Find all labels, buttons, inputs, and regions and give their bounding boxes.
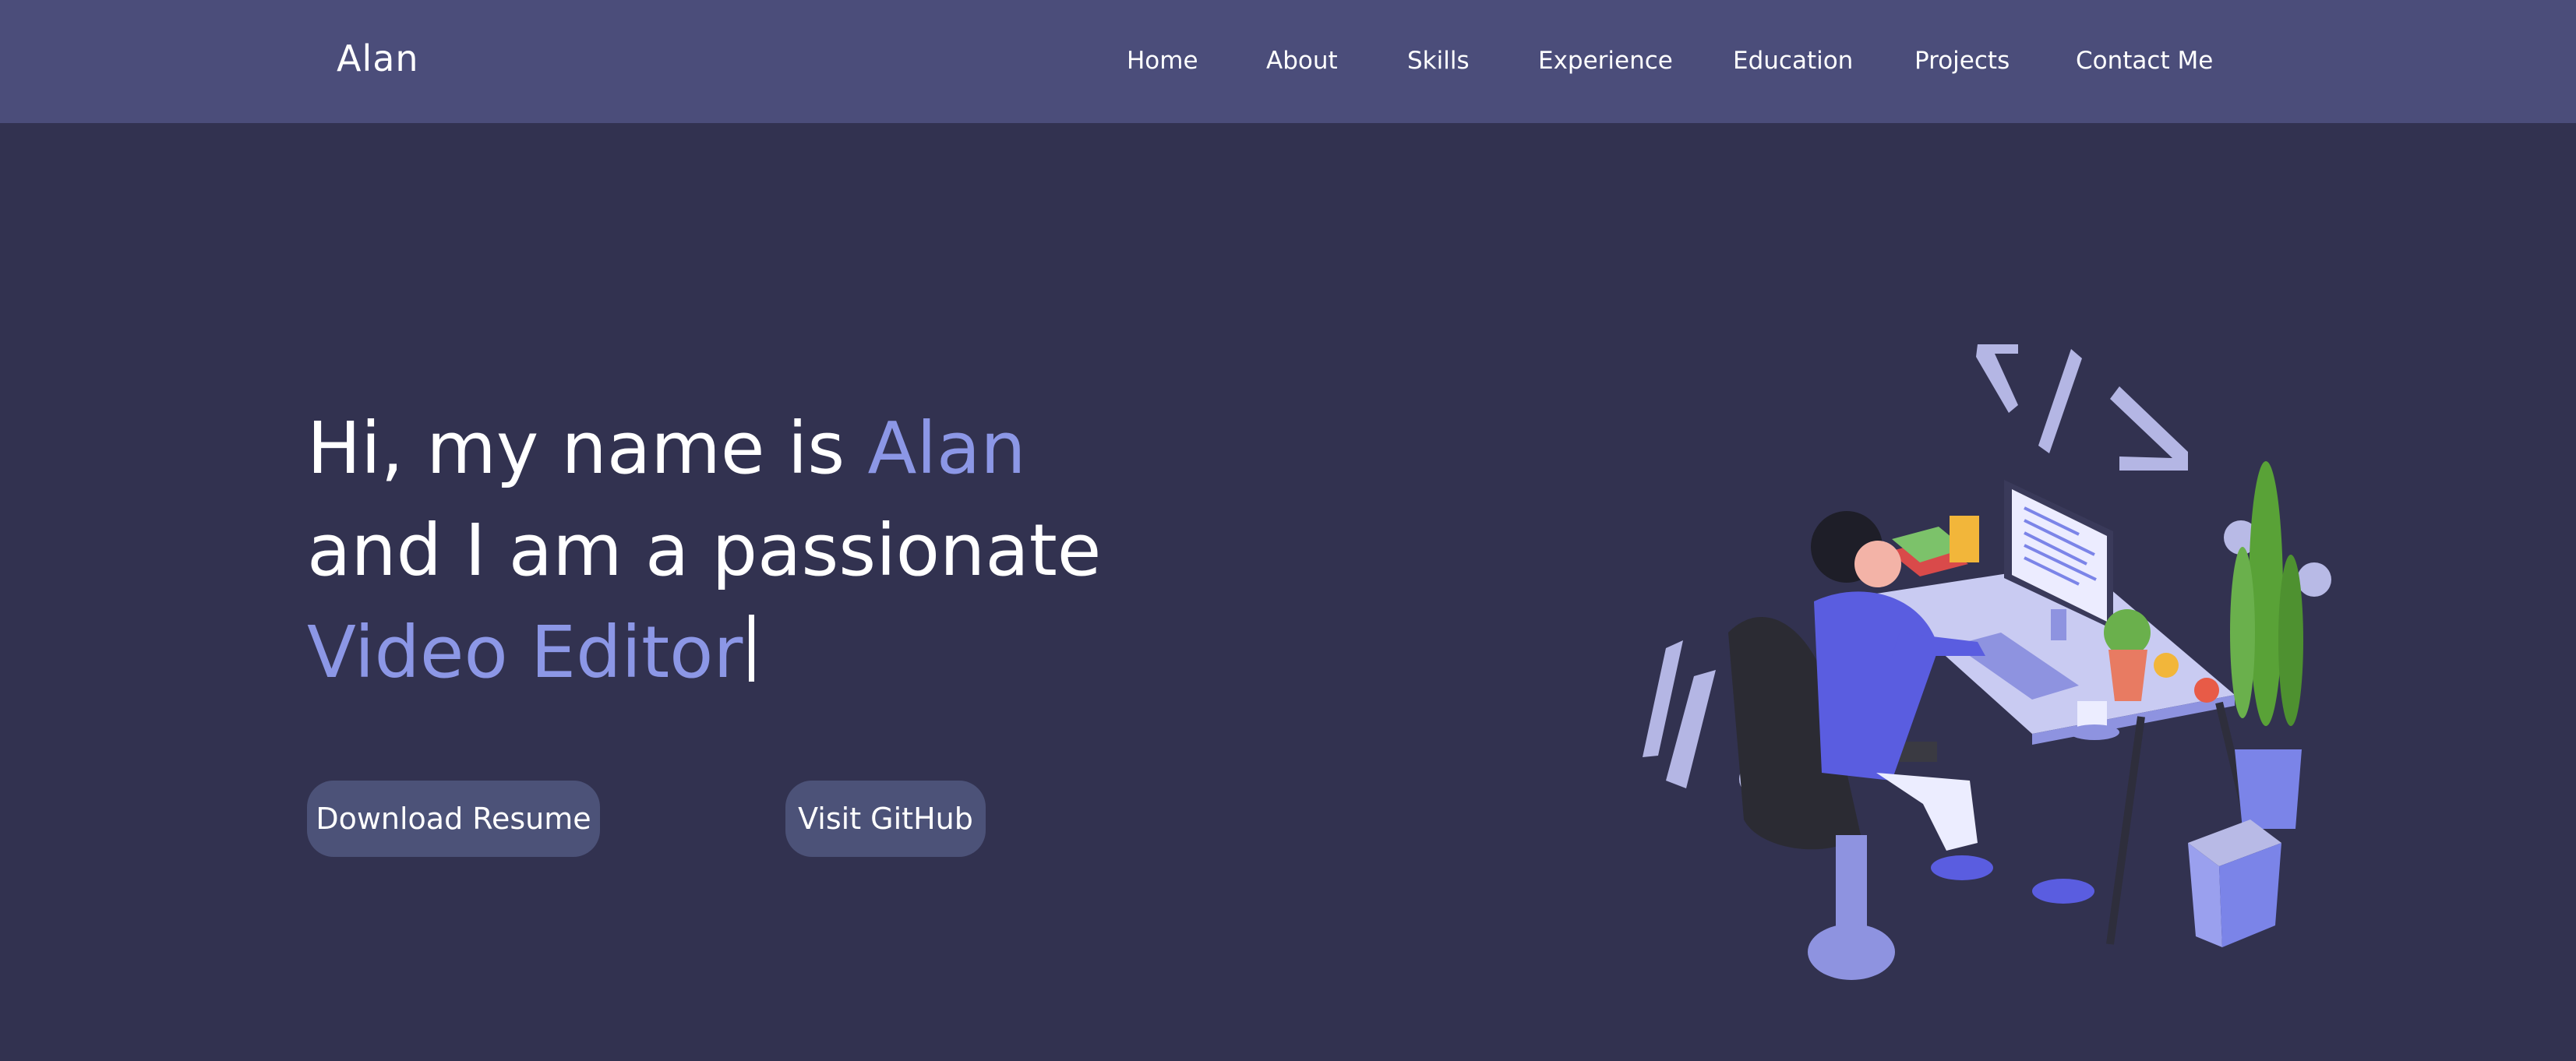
nav-skills[interactable]: Skills <box>1407 47 1470 75</box>
hero-name: Alan <box>867 407 1026 490</box>
hero-role: Video Editor <box>307 611 743 694</box>
pencil-cup <box>1950 516 1979 562</box>
nav-contact[interactable]: Contact Me <box>2076 47 2213 75</box>
brand-logo[interactable]: Alan <box>337 37 419 79</box>
navbar: Alan Home About Skills Experience Educat… <box>0 0 2576 123</box>
hero-greeting: Hi, my name is <box>307 407 868 490</box>
typing-cursor <box>749 615 755 682</box>
nav-about[interactable]: About <box>1266 47 1338 75</box>
hero-line-2: and I am a passionate <box>307 509 1102 592</box>
decorative-panels <box>1643 640 1716 788</box>
code-symbol-icon <box>1976 344 2188 471</box>
visit-github-button[interactable]: Visit GitHub <box>785 781 986 857</box>
nav-experience[interactable]: Experience <box>1538 47 1673 75</box>
nav-education[interactable]: Education <box>1733 47 1853 75</box>
nav-projects[interactable]: Projects <box>1914 47 2010 75</box>
tall-plant <box>2230 461 2303 829</box>
hero-line-3: Video Editor <box>307 601 1101 703</box>
hero-line-1: Hi, my name is Alan <box>307 397 1101 499</box>
developer-illustration <box>1643 344 2331 980</box>
trash-bin <box>2188 820 2281 947</box>
download-resume-button[interactable]: Download Resume <box>307 781 600 857</box>
nav-home[interactable]: Home <box>1127 47 1198 75</box>
hero-heading: Hi, my name is Alan and I am a passionat… <box>307 397 1101 703</box>
